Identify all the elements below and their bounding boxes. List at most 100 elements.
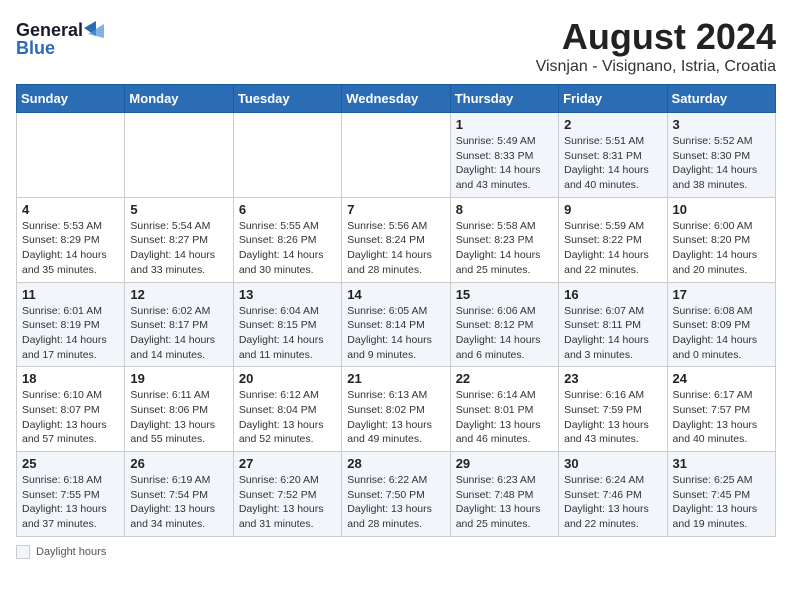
calendar-cell-w2-d1: 5Sunrise: 5:54 AM Sunset: 8:27 PM Daylig… xyxy=(125,197,233,282)
calendar-cell-w3-d0: 11 Sunrise: 6:01 AM Sunset: 8:19 PM Dayli… xyxy=(17,282,125,367)
calendar-cell-w4-d0: 18Sunrise: 6:10 AM Sunset: 8:07 PM Dayli… xyxy=(17,367,125,452)
svg-text:Blue: Blue xyxy=(16,38,55,58)
day-info-31: Sunrise: 6:25 AM Sunset: 7:45 PM Dayligh… xyxy=(673,473,770,532)
day-number-6: 6 xyxy=(239,202,336,217)
day-info-22: Sunrise: 6:14 AM Sunset: 8:01 PM Dayligh… xyxy=(456,388,553,447)
calendar-cell-w1-d6: 3Sunrise: 5:52 AM Sunset: 8:30 PM Daylig… xyxy=(667,113,775,198)
calendar-cell-w5-d5: 30 Sunrise: 6:24 AM Sunset: 7:46 PM Dayli… xyxy=(559,452,667,537)
day-number-13: 13 xyxy=(239,287,336,302)
calendar-cell-w1-d5: 2Sunrise: 5:51 AM Sunset: 8:31 PM Daylig… xyxy=(559,113,667,198)
day-info-12: Sunrise: 6:02 AM Sunset: 8:17 PM Dayligh… xyxy=(130,304,227,363)
calendar-cell-w1-d2 xyxy=(233,113,341,198)
day-info-16: Sunrise: 6:07 AM Sunset: 8:11 PM Dayligh… xyxy=(564,304,661,363)
calendar-cell-w4-d1: 19 Sunrise: 6:11 AM Sunset: 8:06 PM Dayli… xyxy=(125,367,233,452)
day-info-9: Sunrise: 5:59 AM Sunset: 8:22 PM Dayligh… xyxy=(564,219,661,278)
day-info-25: Sunrise: 6:18 AM Sunset: 7:55 PM Dayligh… xyxy=(22,473,119,532)
calendar-subtitle: Visnjan - Visignano, Istria, Croatia xyxy=(536,58,776,76)
calendar-week-5: 25 Sunrise: 6:18 AM Sunset: 7:55 PM Dayli… xyxy=(17,452,776,537)
day-number-8: 8 xyxy=(456,202,553,217)
header-friday: Friday xyxy=(559,85,667,113)
logo: General Blue xyxy=(16,16,106,60)
day-info-27: Sunrise: 6:20 AM Sunset: 7:52 PM Dayligh… xyxy=(239,473,336,532)
calendar-title: August 2024 xyxy=(536,16,776,58)
day-number-22: 22 xyxy=(456,371,553,386)
day-info-11: Sunrise: 6:01 AM Sunset: 8:19 PM Dayligh… xyxy=(22,304,119,363)
day-number-26: 26 xyxy=(130,456,227,471)
calendar-cell-w1-d0 xyxy=(17,113,125,198)
calendar-cell-w1-d1 xyxy=(125,113,233,198)
calendar-cell-w4-d5: 23Sunrise: 6:16 AM Sunset: 7:59 PM Dayli… xyxy=(559,367,667,452)
calendar-cell-w3-d1: 12 Sunrise: 6:02 AM Sunset: 8:17 PM Dayli… xyxy=(125,282,233,367)
day-info-6: Sunrise: 5:55 AM Sunset: 8:26 PM Dayligh… xyxy=(239,219,336,278)
day-number-15: 15 xyxy=(456,287,553,302)
day-number-2: 2 xyxy=(564,117,661,132)
day-number-9: 9 xyxy=(564,202,661,217)
header-tuesday: Tuesday xyxy=(233,85,341,113)
day-number-17: 17 xyxy=(673,287,770,302)
logo-svg: General Blue xyxy=(16,16,106,60)
day-info-21: Sunrise: 6:13 AM Sunset: 8:02 PM Dayligh… xyxy=(347,388,444,447)
day-number-14: 14 xyxy=(347,287,444,302)
day-info-4: Sunrise: 5:53 AM Sunset: 8:29 PM Dayligh… xyxy=(22,219,119,278)
footer-label: Daylight hours xyxy=(36,546,106,558)
calendar-cell-w4-d3: 21 Sunrise: 6:13 AM Sunset: 8:02 PM Dayli… xyxy=(342,367,450,452)
day-number-11: 11 xyxy=(22,287,119,302)
day-info-19: Sunrise: 6:11 AM Sunset: 8:06 PM Dayligh… xyxy=(130,388,227,447)
calendar-header-row: Sunday Monday Tuesday Wednesday Thursday… xyxy=(17,85,776,113)
header: General Blue August 2024 Visnjan - Visig… xyxy=(16,16,776,76)
day-number-18: 18 xyxy=(22,371,119,386)
day-info-7: Sunrise: 5:56 AM Sunset: 8:24 PM Dayligh… xyxy=(347,219,444,278)
day-info-8: Sunrise: 5:58 AM Sunset: 8:23 PM Dayligh… xyxy=(456,219,553,278)
day-number-25: 25 xyxy=(22,456,119,471)
day-info-20: Sunrise: 6:12 AM Sunset: 8:04 PM Dayligh… xyxy=(239,388,336,447)
calendar-cell-w5-d4: 29 Sunrise: 6:23 AM Sunset: 7:48 PM Dayli… xyxy=(450,452,558,537)
day-number-29: 29 xyxy=(456,456,553,471)
footer: Daylight hours xyxy=(16,545,776,559)
day-number-31: 31 xyxy=(673,456,770,471)
calendar-cell-w4-d6: 24Sunrise: 6:17 AM Sunset: 7:57 PM Dayli… xyxy=(667,367,775,452)
calendar-week-4: 18Sunrise: 6:10 AM Sunset: 8:07 PM Dayli… xyxy=(17,367,776,452)
day-info-10: Sunrise: 6:00 AM Sunset: 8:20 PM Dayligh… xyxy=(673,219,770,278)
header-wednesday: Wednesday xyxy=(342,85,450,113)
header-sunday: Sunday xyxy=(17,85,125,113)
calendar-cell-w2-d6: 10 Sunrise: 6:00 AM Sunset: 8:20 PM Dayli… xyxy=(667,197,775,282)
calendar-week-2: 4 Sunrise: 5:53 AM Sunset: 8:29 PM Daylig… xyxy=(17,197,776,282)
day-info-13: Sunrise: 6:04 AM Sunset: 8:15 PM Dayligh… xyxy=(239,304,336,363)
day-number-16: 16 xyxy=(564,287,661,302)
calendar-cell-w3-d6: 17 Sunrise: 6:08 AM Sunset: 8:09 PM Dayli… xyxy=(667,282,775,367)
day-number-21: 21 xyxy=(347,371,444,386)
day-number-24: 24 xyxy=(673,371,770,386)
calendar-body: 1 Sunrise: 5:49 AM Sunset: 8:33 PM Daylig… xyxy=(17,113,776,537)
day-number-19: 19 xyxy=(130,371,227,386)
calendar-cell-w3-d5: 16 Sunrise: 6:07 AM Sunset: 8:11 PM Dayli… xyxy=(559,282,667,367)
day-info-1: Sunrise: 5:49 AM Sunset: 8:33 PM Dayligh… xyxy=(456,134,553,193)
calendar-week-3: 11 Sunrise: 6:01 AM Sunset: 8:19 PM Dayli… xyxy=(17,282,776,367)
calendar-cell-w2-d0: 4 Sunrise: 5:53 AM Sunset: 8:29 PM Daylig… xyxy=(17,197,125,282)
svg-text:General: General xyxy=(16,20,83,40)
calendar-cell-w3-d2: 13 Sunrise: 6:04 AM Sunset: 8:15 PM Dayli… xyxy=(233,282,341,367)
header-thursday: Thursday xyxy=(450,85,558,113)
day-number-20: 20 xyxy=(239,371,336,386)
day-number-1: 1 xyxy=(456,117,553,132)
header-monday: Monday xyxy=(125,85,233,113)
day-info-26: Sunrise: 6:19 AM Sunset: 7:54 PM Dayligh… xyxy=(130,473,227,532)
calendar-week-1: 1 Sunrise: 5:49 AM Sunset: 8:33 PM Daylig… xyxy=(17,113,776,198)
day-info-29: Sunrise: 6:23 AM Sunset: 7:48 PM Dayligh… xyxy=(456,473,553,532)
day-number-3: 3 xyxy=(673,117,770,132)
day-number-10: 10 xyxy=(673,202,770,217)
calendar-cell-w3-d3: 14Sunrise: 6:05 AM Sunset: 8:14 PM Dayli… xyxy=(342,282,450,367)
day-info-30: Sunrise: 6:24 AM Sunset: 7:46 PM Dayligh… xyxy=(564,473,661,532)
calendar-cell-w1-d3 xyxy=(342,113,450,198)
day-info-17: Sunrise: 6:08 AM Sunset: 8:09 PM Dayligh… xyxy=(673,304,770,363)
day-number-4: 4 xyxy=(22,202,119,217)
day-info-5: Sunrise: 5:54 AM Sunset: 8:27 PM Dayligh… xyxy=(130,219,227,278)
calendar-cell-w5-d1: 26 Sunrise: 6:19 AM Sunset: 7:54 PM Dayli… xyxy=(125,452,233,537)
day-number-30: 30 xyxy=(564,456,661,471)
day-number-12: 12 xyxy=(130,287,227,302)
calendar-cell-w1-d4: 1 Sunrise: 5:49 AM Sunset: 8:33 PM Daylig… xyxy=(450,113,558,198)
day-number-23: 23 xyxy=(564,371,661,386)
calendar-table: Sunday Monday Tuesday Wednesday Thursday… xyxy=(16,84,776,537)
calendar-cell-w2-d3: 7 Sunrise: 5:56 AM Sunset: 8:24 PM Daylig… xyxy=(342,197,450,282)
footer-box-icon xyxy=(16,545,30,559)
day-number-7: 7 xyxy=(347,202,444,217)
